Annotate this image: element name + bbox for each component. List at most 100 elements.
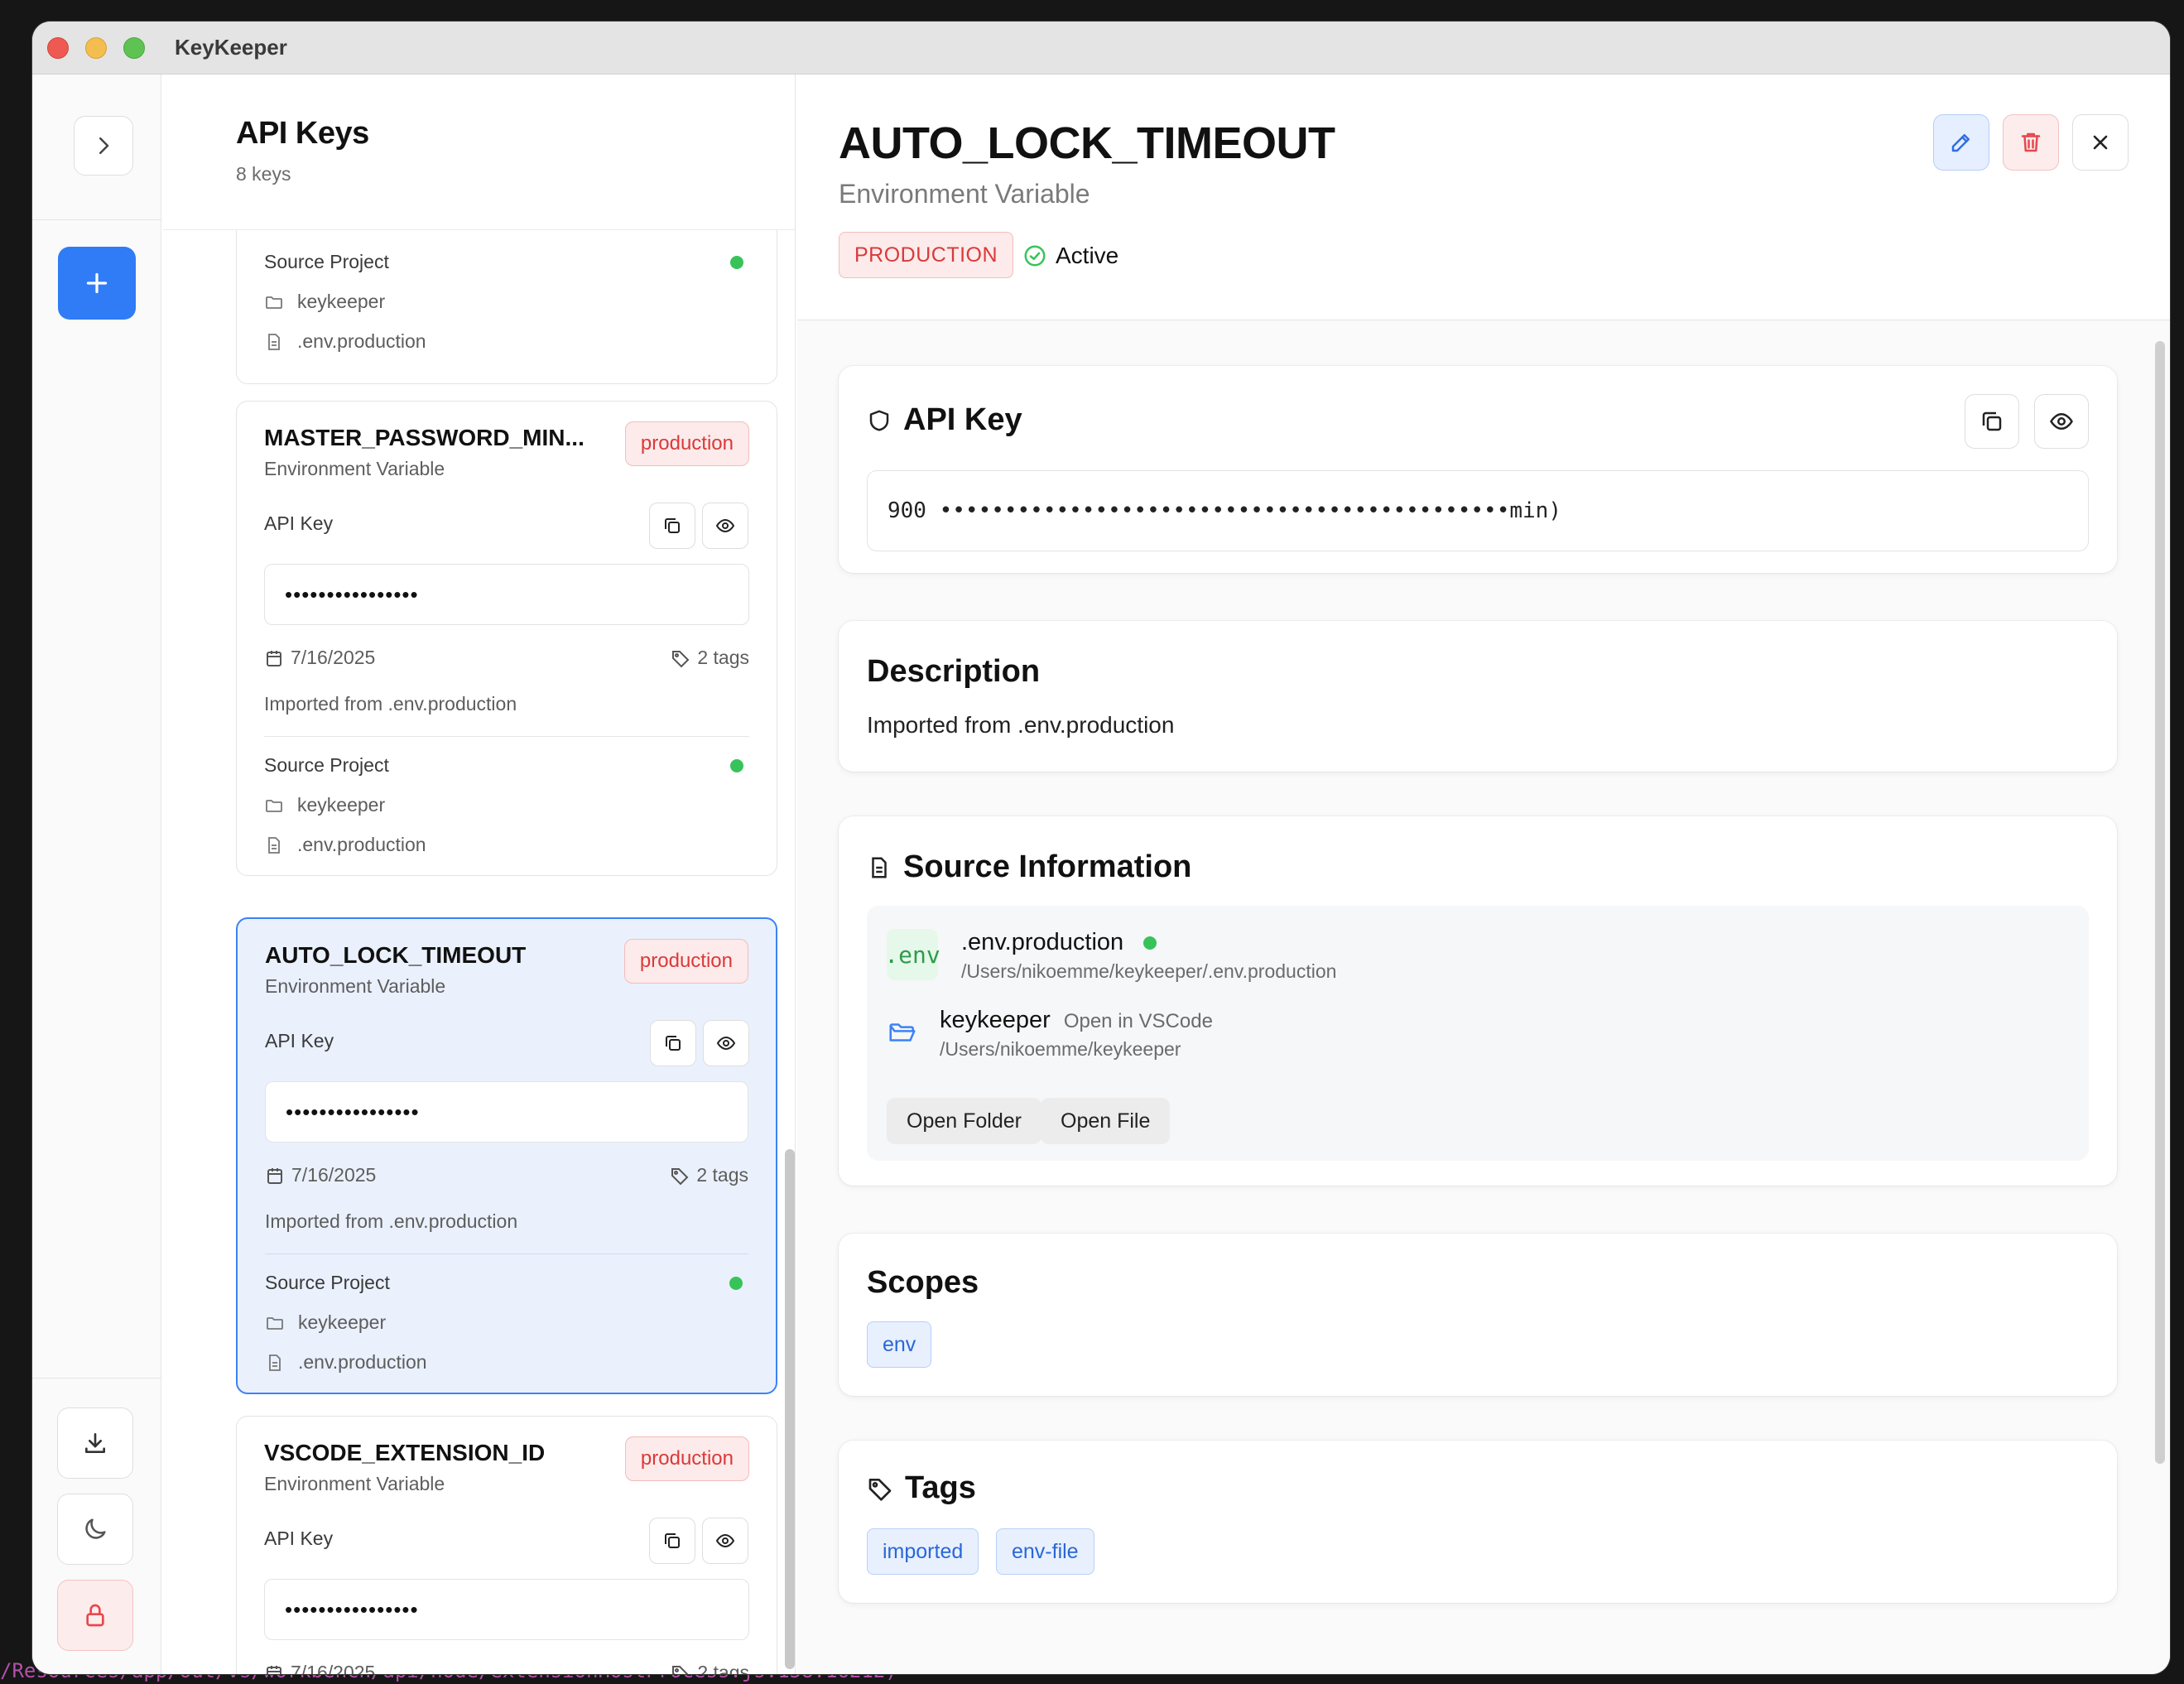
source-project-label: Source Project: [265, 1272, 390, 1293]
key-list-pane: API Keys 8 keys Source Project keykeeper…: [163, 75, 796, 1674]
tag-count: 2 tags: [696, 1164, 748, 1186]
copy-key-button[interactable]: [1965, 394, 2019, 449]
scopes-title: Scopes: [867, 1265, 979, 1300]
file-icon: [268, 333, 280, 350]
moon-icon: [85, 1518, 106, 1539]
scopes-section: Scopes env: [839, 1234, 2117, 1396]
title-bar: KeyKeeper: [32, 22, 2170, 75]
api-key-label: API Key: [265, 1030, 334, 1051]
source-project-label: Source Project: [264, 251, 389, 272]
theme-toggle-button[interactable]: [57, 1494, 133, 1565]
file-icon: [268, 836, 280, 854]
open-file-button[interactable]: Open File: [1041, 1098, 1171, 1144]
list-header: API Keys 8 keys: [163, 75, 795, 230]
close-window-button[interactable]: [47, 36, 69, 59]
lock-icon: [86, 1604, 104, 1627]
source-section: Source Information .env .env.production …: [839, 816, 2117, 1186]
tag-chip: imported: [867, 1528, 979, 1575]
source-project-name: keykeeper: [298, 1311, 387, 1333]
tag-icon: [868, 1478, 892, 1501]
reveal-key-button[interactable]: [2034, 394, 2089, 449]
copy-key-button[interactable]: [649, 1518, 695, 1564]
trash-icon: [2021, 132, 2041, 152]
reveal-key-button[interactable]: [702, 503, 748, 549]
eye-icon: [715, 1533, 735, 1548]
description-section: Description Imported from .env.productio…: [839, 621, 2117, 772]
api-key-value[interactable]: 900 ••••••••••••••••••••••••••••••••••••…: [867, 470, 2089, 551]
file-status-dot: [1143, 936, 1157, 950]
key-description: Imported from .env.production: [264, 693, 517, 714]
tag-icon: [671, 1167, 689, 1185]
key-type: Environment Variable: [264, 1473, 445, 1494]
detail-key-name: AUTO_LOCK_TIMEOUT: [839, 118, 1335, 168]
folder-icon: [267, 1316, 283, 1330]
source-status-dot: [729, 1277, 743, 1290]
key-name: MASTER_PASSWORD_MIN...: [264, 425, 584, 450]
open-folder-button[interactable]: Open Folder: [887, 1098, 1041, 1144]
detail-environment-badge: PRODUCTION: [839, 232, 1014, 278]
copy-icon: [666, 1036, 681, 1051]
reveal-key-button[interactable]: [703, 1020, 749, 1066]
copy-icon: [1982, 411, 2002, 431]
close-detail-button[interactable]: [2072, 114, 2129, 171]
environment-badge: production: [624, 1436, 749, 1481]
expand-sidebar-button[interactable]: [74, 116, 133, 176]
source-file-path: /Users/nikoemme/keykeeper/.env.productio…: [961, 960, 1337, 982]
status-text: Active: [1056, 243, 1119, 268]
tag-icon: [672, 650, 690, 667]
source-project-name: keykeeper: [297, 291, 386, 312]
close-icon: [2093, 135, 2108, 150]
tags-title: Tags: [905, 1470, 976, 1505]
key-type: Environment Variable: [265, 975, 446, 997]
source-file-name: .env.production: [298, 1351, 427, 1373]
key-card[interactable]: Source Project keykeeper .env.production: [236, 230, 777, 384]
eye-icon: [2050, 412, 2073, 431]
delete-button[interactable]: [2003, 114, 2059, 171]
description-text: Imported from .env.production: [867, 712, 1175, 738]
api-key-title: API Key: [903, 402, 1022, 437]
file-icon: [269, 1354, 281, 1371]
lock-vault-button[interactable]: [57, 1580, 133, 1651]
key-card[interactable]: MASTER_PASSWORD_MIN... Environment Varia…: [236, 401, 777, 876]
folder-open-icon: [889, 1023, 916, 1042]
environment-badge: production: [623, 939, 748, 984]
window-title: KeyKeeper: [175, 35, 287, 60]
eye-icon: [715, 518, 735, 533]
masked-key: ••••••••••••••••: [264, 564, 749, 625]
minimize-window-button[interactable]: [85, 36, 107, 59]
copy-icon: [665, 1533, 680, 1548]
detail-pane: AUTO_LOCK_TIMEOUT Environment Variable P…: [797, 75, 2170, 1674]
copy-key-button[interactable]: [649, 503, 695, 549]
key-list[interactable]: Source Project keykeeper .env.production…: [163, 230, 795, 1674]
description-title: Description: [867, 654, 1041, 689]
key-card[interactable]: VSCODE_EXTENSION_ID Environment Variable…: [236, 1416, 777, 1674]
api-key-section: API Key 900 ••••••••••••••••••••••••••••…: [839, 366, 2117, 573]
detail-header: AUTO_LOCK_TIMEOUT Environment Variable P…: [797, 75, 2170, 320]
source-details: .env .env.production /Users/nikoemme/key…: [867, 906, 2089, 1161]
eye-icon: [716, 1036, 736, 1051]
document-icon: [872, 857, 887, 878]
environment-badge: production: [624, 421, 749, 466]
calendar-icon: [267, 650, 281, 666]
import-export-button[interactable]: [57, 1407, 133, 1479]
key-card-selected[interactable]: AUTO_LOCK_TIMEOUT Environment Variable p…: [236, 917, 777, 1394]
source-file-name: .env.production: [961, 929, 1124, 955]
edit-button[interactable]: [1933, 114, 1989, 171]
key-date: 7/16/2025: [291, 647, 376, 668]
chevron-right-icon: [99, 137, 109, 154]
list-scrollbar[interactable]: [785, 1149, 795, 1669]
tag-count: 2 tags: [697, 647, 749, 668]
detail-scrollbar[interactable]: [2155, 341, 2165, 1464]
add-key-button[interactable]: [58, 247, 136, 320]
open-in-vscode-link[interactable]: Open in VSCode: [1064, 1010, 1213, 1033]
detail-key-type: Environment Variable: [839, 179, 1090, 209]
zoom-window-button[interactable]: [123, 36, 145, 59]
copy-key-button[interactable]: [650, 1020, 696, 1066]
tag-chip: env-file: [996, 1528, 1094, 1575]
shield-icon: [869, 410, 889, 431]
masked-key: ••••••••••••••••: [264, 1579, 749, 1640]
reveal-key-button[interactable]: [702, 1518, 748, 1564]
source-project-name: keykeeper: [940, 1007, 1051, 1033]
folder-icon: [266, 296, 282, 309]
list-title: API Keys: [236, 116, 369, 151]
